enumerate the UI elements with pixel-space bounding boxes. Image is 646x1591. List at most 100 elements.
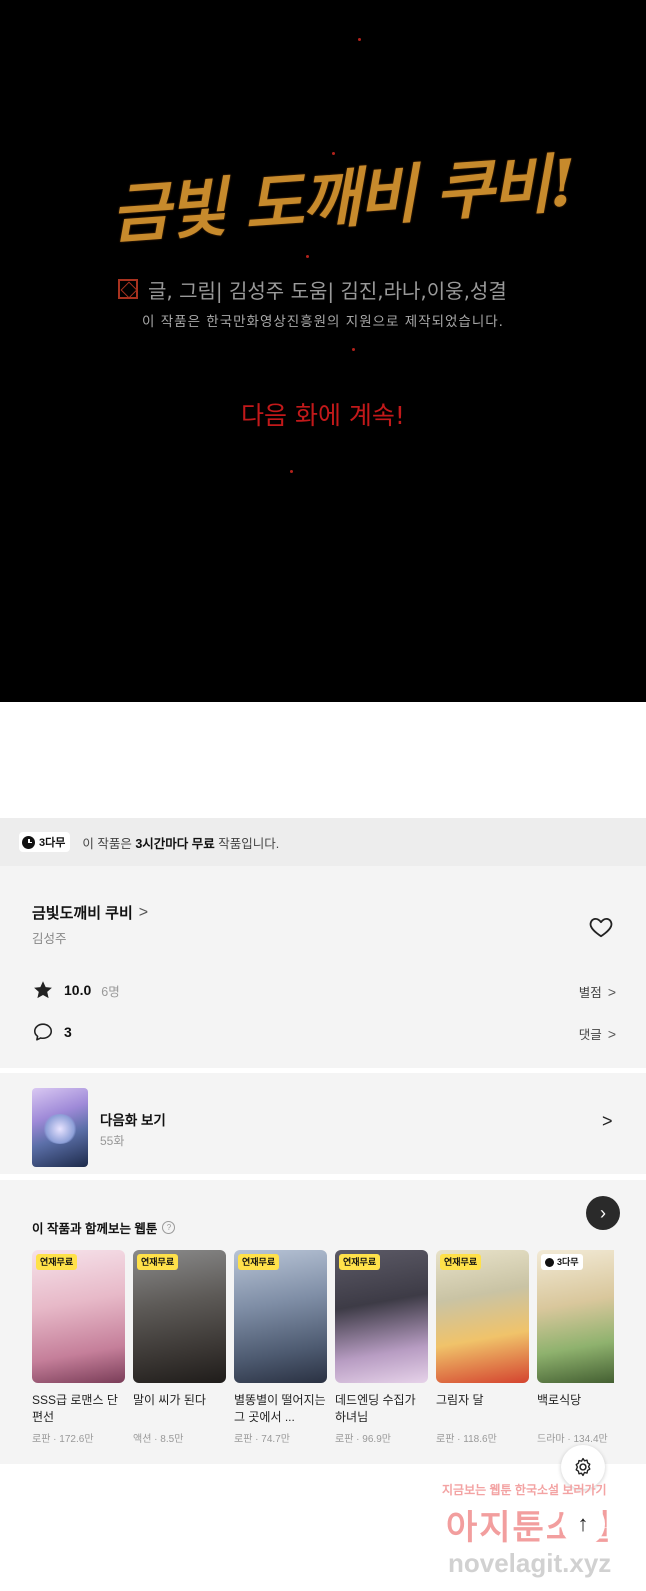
free-tag: 연재무료 (339, 1254, 381, 1270)
rating-count: 6명 (101, 984, 120, 999)
comment-icon (33, 1023, 53, 1041)
card-title: 별똥별이 떨어지는 그 곳에서 ... (234, 1393, 326, 1424)
help-icon[interactable]: ? (162, 1221, 176, 1234)
card-views: 74.7만 (261, 1434, 290, 1445)
stamp-icon (118, 279, 138, 299)
series-logo: 금빛 도깨비 쿠비! (108, 146, 577, 258)
free-tag: 연재무료 (238, 1254, 280, 1270)
star-icon (34, 981, 52, 999)
scroll-right-button[interactable]: › (586, 1196, 620, 1230)
cover-image: 연재무료 (133, 1250, 226, 1383)
cover-image: 연재무료 (335, 1250, 428, 1383)
free-notice-bar: 3다무 이 작품은 3시간마다 무료 작품입니다. (0, 818, 646, 866)
card-genre: 액션 (133, 1434, 152, 1445)
spark (358, 38, 361, 41)
card-meta: 로판 · 172.6만 (32, 1430, 125, 1445)
meta-separator: · (353, 1434, 363, 1445)
card-views: 118.6만 (463, 1434, 497, 1445)
card-genre: 드라마 (537, 1434, 565, 1445)
next-episode-label: 다음화 보기 (100, 1113, 166, 1128)
next-episode-thumbnail (32, 1088, 88, 1167)
badge-label: 3다무 (39, 837, 66, 849)
card-genre: 로판 (335, 1434, 354, 1445)
series-info: 금빛도깨비 쿠비 > 김성주 10.0 6명 별점 > 3 댓글 > (0, 866, 646, 1068)
series-title-link[interactable]: 금빛도깨비 쿠비 > (32, 902, 148, 923)
card-views: 96.9만 (362, 1434, 391, 1445)
card-genre: 로판 (234, 1434, 253, 1445)
card-title: 데드엔딩 수집가 하녀님 (335, 1393, 416, 1424)
card-views: 134.4만 (573, 1434, 608, 1445)
notice-text-bold: 3시간마다 무료 (135, 836, 215, 851)
chevron-right-icon: > (602, 1111, 613, 1131)
card-title: 말이 씨가 된다 (133, 1393, 206, 1407)
free-tag: 3다무 (541, 1254, 583, 1270)
clock-icon (545, 1257, 554, 1267)
cover-image: 연재무료 (234, 1250, 327, 1383)
free-tag-label: 3다무 (557, 1257, 579, 1267)
credit-row: 글, 그림| 김성주 도움| 김진,라나,이웅,성결 (118, 276, 538, 303)
gear-icon (575, 1457, 591, 1477)
card-meta: 드라마 · 134.4만 (537, 1430, 614, 1445)
rating-link[interactable]: 별점 > (579, 982, 616, 1001)
card-meta: 로판 · 118.6만 (436, 1430, 529, 1445)
recommendation-card[interactable]: 연재무료 말이 씨가 된다 액션 · 8.5만 (133, 1250, 226, 1445)
free-badge: 3다무 (19, 832, 71, 852)
rating-value: 10.0 (64, 982, 92, 998)
card-meta: 액션 · 8.5만 (133, 1430, 226, 1445)
meta-separator: · (564, 1434, 574, 1445)
next-episode-card[interactable]: 다음화 보기 55화 > (0, 1073, 646, 1174)
rating-row: 10.0 6명 (32, 978, 120, 1002)
spark (352, 348, 355, 351)
logo-text: 금빛 도깨비 쿠비! (108, 145, 578, 254)
cover-image: 3다무 (537, 1250, 614, 1383)
free-tag: 연재무료 (137, 1254, 179, 1270)
free-tag: 연재무료 (36, 1254, 78, 1270)
rating-link-label: 별점 (578, 986, 602, 1000)
meta-separator: · (50, 1434, 60, 1445)
card-title: SSS급 로맨스 단편선 (32, 1393, 118, 1424)
chevron-right-icon: › (600, 1202, 606, 1223)
notice-text-pre: 이 작품은 (82, 836, 136, 851)
credit-text: 글, 그림| 김성주 도움| 김진,라나,이웅,성결 (148, 278, 507, 303)
card-views: 8.5만 (160, 1434, 184, 1445)
comment-count: 3 (64, 1024, 72, 1040)
comments-link[interactable]: 댓글 > (579, 1024, 616, 1043)
cover-image: 연재무료 (436, 1250, 529, 1383)
card-genre: 로판 (32, 1434, 51, 1445)
card-genre: 로판 (436, 1434, 455, 1445)
support-text: 이 작품은 한국만화영상진흥원의 지원으로 제작되었습니다. (142, 314, 504, 330)
chevron-right-icon: > (607, 983, 616, 1000)
card-meta: 로판 · 74.7만 (234, 1430, 327, 1445)
notice-text: 이 작품은 3시간마다 무료 작품입니다. (82, 833, 279, 852)
comments-link-label: 댓글 (578, 1028, 602, 1042)
free-tag: 연재무료 (440, 1254, 482, 1270)
card-views: 172.6만 (59, 1434, 94, 1445)
recommendation-card[interactable]: 연재무료 데드엔딩 수집가 하녀님 로판 · 96.9만 (335, 1250, 428, 1445)
scroll-top-button[interactable]: ↑ (561, 1502, 605, 1546)
recommendation-list: 연재무료 SSS급 로맨스 단편선 로판 · 172.6만 연재무료 말이 씨가… (32, 1250, 614, 1460)
recommendations: 이 작품과 함께보는 웹툰 ? 연재무료 SSS급 로맨스 단편선 로판 · 1… (0, 1180, 646, 1464)
spark (290, 470, 293, 473)
comic-panel: 금빛 도깨비 쿠비! 글, 그림| 김성주 도움| 김진,라나,이웅,성결 이 … (0, 0, 646, 702)
card-title: 그림자 달 (436, 1393, 484, 1407)
recommendation-card[interactable]: 3다무 백로식당 드라마 · 134.4만 (537, 1250, 614, 1445)
recommendations-title-text: 이 작품과 함께보는 웹툰 (32, 1222, 158, 1236)
card-title: 백로식당 (537, 1393, 582, 1407)
meta-separator: · (454, 1434, 464, 1445)
recommendation-card[interactable]: 연재무료 그림자 달 로판 · 118.6만 (436, 1250, 529, 1445)
to-be-continued: 다음 화에 계속! (241, 401, 405, 430)
author-name: 김성주 (32, 932, 67, 946)
clock-icon (22, 835, 35, 849)
recommendation-card[interactable]: 연재무료 SSS급 로맨스 단편선 로판 · 172.6만 (32, 1250, 125, 1445)
recommendation-card[interactable]: 연재무료 별똥별이 떨어지는 그 곳에서 ... 로판 · 74.7만 (234, 1250, 327, 1445)
heart-icon[interactable] (588, 914, 614, 940)
next-episode-number: 55화 (100, 1134, 125, 1148)
cover-image: 연재무료 (32, 1250, 125, 1383)
watermark-line3: novelagit.xyz (448, 1548, 612, 1578)
chevron-right-icon: > (607, 1025, 616, 1042)
notice-text-post: 작품입니다. (214, 836, 280, 851)
watermark-line1: 지금보는 웹툰 한국소설 보러가기 (442, 1483, 607, 1497)
series-title: 금빛도깨비 쿠비 (32, 905, 133, 922)
meta-separator: · (252, 1434, 262, 1445)
meta-separator: · (151, 1434, 161, 1445)
